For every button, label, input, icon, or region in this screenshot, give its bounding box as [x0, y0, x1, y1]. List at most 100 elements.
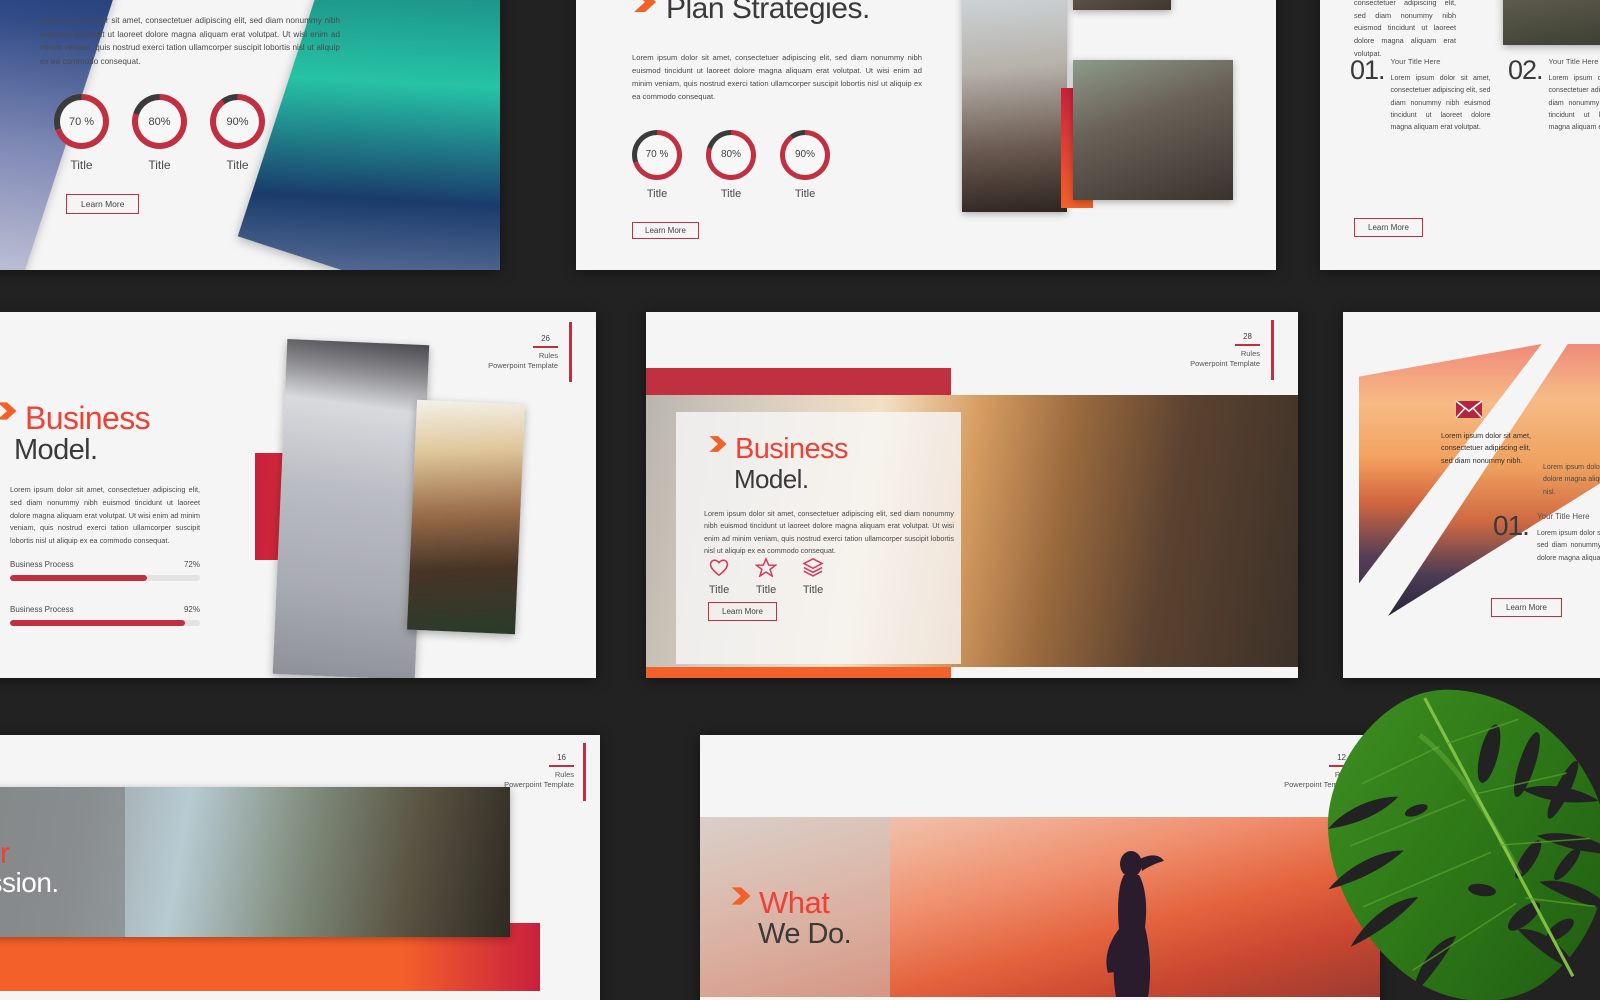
chevron-accent-icon — [708, 432, 728, 456]
page-marker-bar — [569, 322, 572, 382]
progress-label: Business Process — [10, 605, 74, 614]
slide-body-text: Lorem ipsum dolor sit amet, consectetuer… — [40, 16, 340, 66]
slide-business-model-icons[interactable]: 28 Rules Powerpoint Template Business Mo… — [646, 312, 1298, 678]
chevron-accent-icon — [730, 883, 752, 909]
learn-more-button[interactable]: Learn More — [708, 602, 777, 621]
page-marker: 16 Rules Powerpoint Template — [504, 753, 574, 790]
numbered-item: 02. Your Title Here Lorem ipsum dolor si… — [1508, 56, 1600, 134]
feature-label: Title — [708, 584, 730, 596]
numbered-item: 01. Your Title Here Lorem ipsum dolor si… — [1350, 55, 1491, 134]
slide-title: Plan Strategies. — [666, 0, 870, 25]
slide-business-model-bars[interactable]: 26 Rules Powerpoint Template Business Mo… — [0, 312, 596, 678]
page-marker: 12 Rules Powerpoint Template — [1284, 753, 1354, 790]
silhouette-figure — [1098, 847, 1168, 1000]
content-card: Business Model. Lorem ipsum dolor sit am… — [676, 412, 961, 664]
slide-body-text: Lorem ipsum dolor sit amet, consectetuer… — [704, 509, 954, 556]
donut-stat: 70 % Title — [632, 129, 682, 200]
item-number: 01. — [1350, 55, 1386, 85]
item-heading: Your Title Here — [1390, 57, 1441, 66]
slide-title-line1: Business — [735, 433, 848, 465]
donut-stat: 80% Title — [706, 129, 756, 200]
slide-title-line2: Model. — [14, 434, 98, 466]
page-marker-bar — [1363, 743, 1366, 801]
slide-plan-strategies[interactable]: Plan Strategies. Lorem ipsum dolor sit a… — [576, 0, 1276, 270]
donut-stat: 80% Title — [132, 94, 187, 172]
slide-title-line1: Our — [0, 837, 10, 870]
donut-value: 80% — [148, 115, 171, 128]
heart-icon — [708, 559, 730, 581]
donut-stat: 90% Title — [210, 94, 265, 172]
star-icon — [754, 556, 778, 581]
item-text: Lorem ipsum dolor sit amet, consectetuer… — [1548, 75, 1600, 131]
donut-value: 70 % — [68, 115, 95, 128]
page-marker-bar — [1271, 320, 1274, 380]
progress-value: 92% — [183, 605, 200, 614]
learn-more-button[interactable]: Learn More — [1354, 218, 1423, 237]
rules-label: Rules — [538, 350, 558, 360]
slide-title-line2: Model. — [734, 464, 809, 494]
progress-bar-item: Business Process 72% — [10, 560, 200, 581]
donut-value: 90% — [226, 115, 249, 128]
learn-more-button[interactable]: Learn More — [1491, 598, 1562, 617]
donut-label: Title — [70, 158, 93, 173]
chevron-accent-icon — [632, 0, 658, 14]
feature-item: Title — [802, 557, 824, 596]
learn-more-button[interactable]: Learn More — [66, 194, 140, 215]
page-number: 26 — [533, 334, 558, 348]
page-marker: 28 Rules Powerpoint Template — [1190, 332, 1260, 369]
progress-value: 72% — [183, 560, 200, 569]
photo-woman-sunset — [407, 399, 525, 635]
envelope-icon — [1455, 400, 1483, 424]
template-label: Powerpoint Template — [1190, 358, 1260, 368]
slide-gallery-canvas: Vision. Lorem ipsum dolor sit amet, cons… — [0, 0, 1600, 1000]
item-heading: Your Title Here — [1548, 57, 1599, 66]
slide-body-text: Lorem ipsum dolor sit amet, consectetuer… — [1354, 0, 1456, 58]
donut-label: Title — [646, 187, 668, 200]
item-text: Lorem ipsum dolor sit amet, consectetuer… — [1390, 75, 1491, 131]
slide-title-line2: We Do. — [758, 918, 852, 950]
feature-item: Title — [708, 557, 730, 596]
orange-bar — [646, 667, 951, 678]
feature-item: Title — [754, 556, 778, 596]
slide-what-we-do[interactable]: 12 Rules Powerpoint Template What We Do.… — [700, 735, 1380, 1000]
template-label: Powerpoint Template — [1284, 779, 1354, 789]
donut-value: 70 % — [645, 149, 669, 161]
donut-stat: 90% Title — [780, 129, 830, 200]
donut-label: Title — [226, 158, 249, 173]
slide-our-mission[interactable]: 16 Rules Powerpoint Template Our Mission… — [0, 735, 600, 1000]
page-marker-bar — [583, 743, 586, 801]
item-number: 01. — [1493, 510, 1530, 541]
overlay-text: Lorem ipsum dolor sit amet, consectetuer… — [1441, 431, 1532, 465]
slide-title-line2: Mission. — [0, 867, 59, 898]
progress-label: Business Process — [10, 560, 74, 569]
side-text: Lorem ipsum dolor sit amet, consectetuer… — [1543, 464, 1600, 496]
donut-value: 80% — [720, 149, 741, 161]
page-number: 12 — [1329, 753, 1354, 767]
chevron-accent-icon — [0, 398, 18, 424]
progress-track — [10, 620, 200, 626]
item-heading: Your Title Here — [1536, 512, 1590, 521]
slide-envelope-sunset[interactable]: Lorem ipsum dolor sit amet, consectetuer… — [1343, 312, 1600, 678]
numbered-item: 01. Your Title Here Lorem ipsum dolor si… — [1493, 510, 1600, 565]
slide-body-text: Lorem ipsum dolor sit amet, consectetuer… — [632, 53, 922, 101]
layers-icon — [802, 557, 824, 581]
progress-track — [10, 575, 200, 581]
slide-title-line1: Business — [25, 400, 151, 436]
template-label: Powerpoint Template — [488, 360, 558, 370]
progress-fill — [10, 575, 147, 581]
donut-label: Title — [148, 158, 171, 173]
progress-fill — [10, 620, 185, 626]
slide-mission-top[interactable]: Mission. Lorem ipsum dolor sit amet, con… — [1320, 0, 1600, 270]
page-marker: 26 Rules Powerpoint Template — [488, 334, 558, 371]
photo-sweater — [272, 339, 430, 678]
progress-bar-item: Business Process 92% — [10, 605, 200, 626]
donut-stat: 70 % Title — [54, 94, 109, 172]
photo-overlay — [0, 787, 125, 937]
rules-label: Rules — [1334, 769, 1354, 779]
learn-more-button[interactable]: Learn More — [632, 221, 699, 239]
item-text: Lorem ipsum dolor sit amet, consectetuer… — [1536, 530, 1600, 562]
feature-label: Title — [802, 584, 824, 596]
rules-label: Rules — [1240, 348, 1260, 358]
slide-vision[interactable]: Vision. Lorem ipsum dolor sit amet, cons… — [0, 0, 500, 270]
page-number: 28 — [1235, 332, 1260, 346]
